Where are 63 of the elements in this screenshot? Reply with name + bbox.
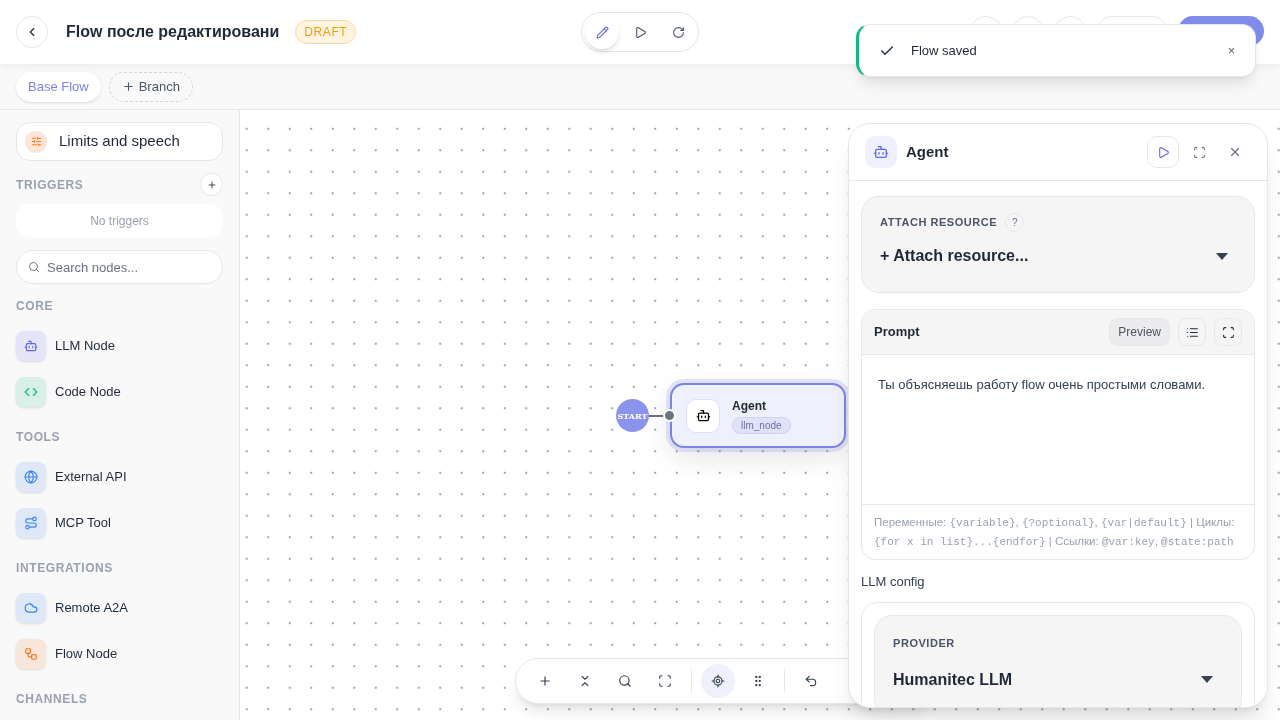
play-icon: [633, 25, 647, 39]
expand-icon: [1192, 145, 1206, 159]
refresh-icon: [671, 25, 685, 39]
fullscreen-button[interactable]: [1214, 318, 1242, 346]
edit-mode-button[interactable]: [585, 15, 619, 49]
robot-icon: [686, 398, 720, 433]
section-heading: TOOLS: [16, 429, 62, 446]
branch-tab[interactable]: Base Flow: [16, 71, 101, 102]
section-title: LLM config: [861, 573, 926, 591]
limits-button[interactable]: Limits and speech: [16, 122, 223, 161]
plus-icon: [206, 179, 217, 190]
expand-icon: [1221, 325, 1235, 339]
node-palette-item[interactable]: Code Node: [16, 369, 223, 415]
section-heading: TRIGGERS: [16, 176, 84, 194]
sliders-icon: [25, 130, 47, 153]
locate-tool-button[interactable]: [701, 664, 735, 698]
section-heading: CHANNELS: [16, 691, 89, 708]
agent-node[interactable]: Agent llm_node: [670, 383, 846, 448]
node-palette-item[interactable]: External API: [16, 454, 223, 500]
close-icon: [1228, 145, 1242, 159]
add-trigger-button[interactable]: [200, 173, 223, 196]
status-badge: DRAFT: [295, 20, 357, 44]
plus-icon: [538, 674, 552, 688]
prompt-text[interactable]: Ты объясняешь работу flow очень простыми словами.: [878, 377, 1206, 392]
field-label: ATTACH RESOURCE: [880, 215, 998, 231]
caret-icon: [1201, 676, 1213, 683]
section-heading: INTEGRATIONS: [16, 560, 114, 577]
search-icon: [618, 674, 632, 688]
list-icon: [1185, 325, 1199, 339]
flow-title: Flow после редактировани: [66, 22, 280, 42]
node-type-tag: llm_node: [732, 417, 791, 434]
play-icon: [1156, 145, 1170, 159]
prompt-title: Prompt: [874, 323, 920, 342]
section-heading: CORE: [16, 298, 55, 315]
attach-resource-select[interactable]: ATTACH RESOURCE ? + Attach resource...: [861, 196, 1255, 293]
search-icon: [28, 261, 40, 273]
provider-select[interactable]: PROVIDER Humanitec LLM: [874, 614, 1242, 707]
node-palette-item[interactable]: MCP Tool: [16, 500, 223, 546]
node-palette-item[interactable]: LLM Node: [16, 323, 223, 369]
fit-view-icon: [658, 674, 672, 688]
node-palette-item[interactable]: Remote A2A: [16, 585, 223, 631]
node-palette-item[interactable]: Flow Node: [16, 631, 223, 677]
robot-icon: [865, 136, 897, 168]
crosshair-icon: [711, 674, 725, 688]
search-field[interactable]: Search nodes...: [16, 250, 223, 284]
syntax-hint: Переменные: {variable}, {?optional}, {var|default} | Циклы: {for x in list}...{endfor} | Ссылки: @var:key, @state:path: [873, 515, 1236, 550]
edge: [649, 415, 664, 417]
collapse-icon: [578, 674, 592, 688]
preview-button[interactable]: Preview: [1109, 318, 1170, 346]
field-label: PROVIDER: [893, 636, 955, 649]
toast-close-button[interactable]: ×: [1228, 41, 1235, 60]
undo-icon: [804, 674, 818, 688]
caret-icon: [1216, 252, 1228, 260]
run-button[interactable]: [1147, 136, 1179, 168]
plus-icon: [121, 80, 135, 93]
panel-title: Agent: [906, 141, 949, 162]
node-title: Agent: [732, 398, 767, 415]
toast-message: Flow saved: [911, 41, 977, 60]
list-button[interactable]: [1178, 318, 1206, 346]
empty-triggers: No triggers: [16, 204, 223, 237]
select-value: Humanitec LLM: [893, 669, 1013, 690]
select-value: + Attach resource...: [880, 246, 1029, 266]
pencil-icon: [595, 25, 609, 39]
